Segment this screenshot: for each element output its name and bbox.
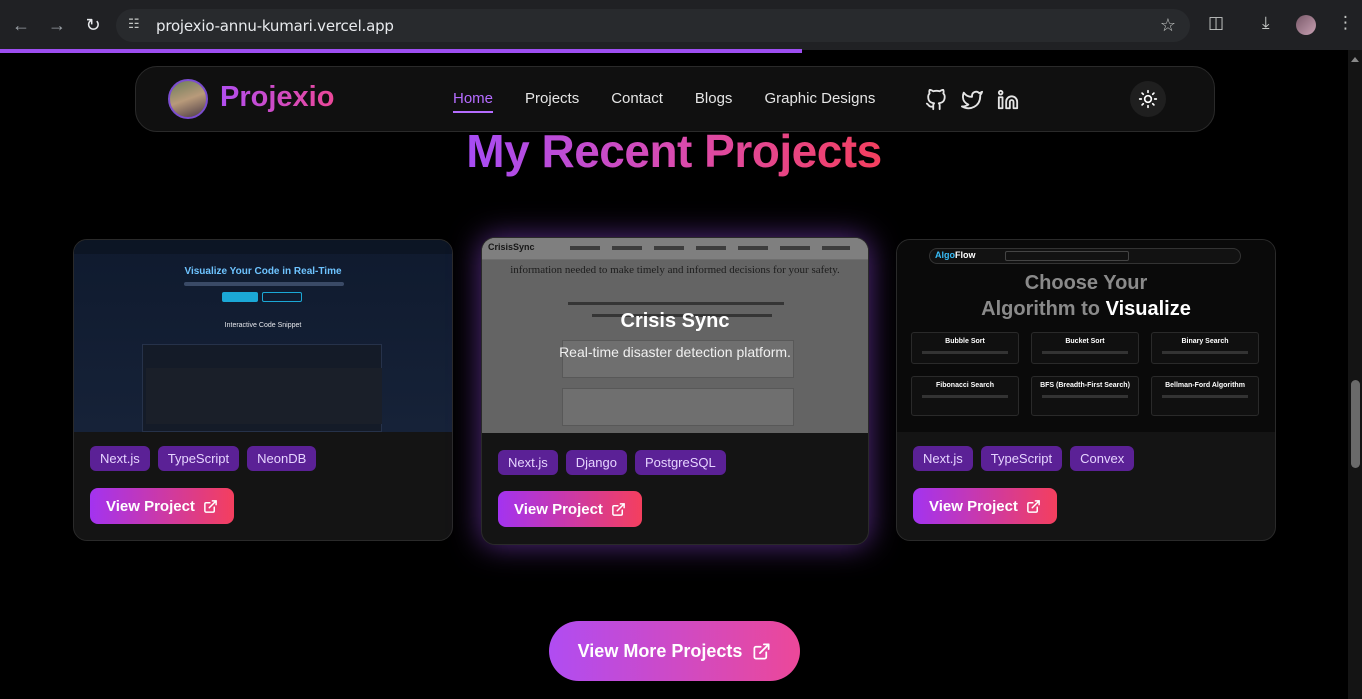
back-icon[interactable]: ← xyxy=(9,13,33,37)
view-more-label: View More Projects xyxy=(577,640,743,661)
tech-tag: Convex xyxy=(1070,446,1135,471)
bookmark-star-icon[interactable]: ☆ xyxy=(1160,15,1176,36)
tech-tag: TypeScript xyxy=(980,446,1063,471)
external-link-icon xyxy=(1027,499,1040,513)
extensions-icon[interactable]: ◫ xyxy=(1208,13,1224,33)
project-card[interactable]: Visualize Your Code in Real-Time Interac… xyxy=(73,239,453,541)
browser-toolbar: ← → ↻ ☷ projexio-annu-kumari.vercel.app … xyxy=(0,0,1362,50)
preview-subheading: Interactive Code Snippet xyxy=(224,322,302,329)
external-link-icon xyxy=(612,502,625,516)
tech-tag: PostgreSQL xyxy=(634,450,726,475)
tech-tag: Next.js xyxy=(498,450,558,475)
project-card[interactable]: AlgoFlow Choose Your Algorithm to Visuali… xyxy=(896,239,1276,541)
view-project-label: View Project xyxy=(929,497,1018,515)
github-icon[interactable] xyxy=(925,89,947,111)
tech-tags: Next.js TypeScript NeonDB xyxy=(90,446,317,471)
address-bar[interactable]: ☷ projexio-annu-kumari.vercel.app ☆ xyxy=(116,9,1190,42)
page-load-progress xyxy=(0,49,802,53)
view-project-button[interactable]: View Project xyxy=(90,488,234,524)
section-title: My Recent Projects xyxy=(466,125,882,177)
preview-heading: Choose Your Algorithm to Visualize xyxy=(981,272,1191,320)
url-text[interactable]: projexio-annu-kumari.vercel.app xyxy=(156,17,394,35)
forward-icon[interactable]: → xyxy=(45,13,69,37)
nav-link-contact[interactable]: Contact xyxy=(611,90,663,107)
tech-tags: Next.js TypeScript Convex xyxy=(913,446,1135,471)
nav-link-projects[interactable]: Projects xyxy=(525,90,579,107)
preview-heading: Visualize Your Code in Real-Time xyxy=(184,266,342,277)
external-link-icon xyxy=(753,643,770,659)
tech-tag: Next.js xyxy=(913,446,973,471)
scroll-thumb[interactable] xyxy=(1351,380,1360,468)
theme-toggle-button[interactable] xyxy=(1130,81,1166,117)
reload-icon[interactable]: ↻ xyxy=(81,13,105,37)
site-navbar: Projexio Home Projects Contact Blogs Gra… xyxy=(135,66,1215,132)
nav-link-blogs[interactable]: Blogs xyxy=(695,90,733,107)
nav-link-home[interactable]: Home xyxy=(453,90,494,113)
profile-avatar[interactable] xyxy=(1296,15,1316,35)
scroll-up-arrow[interactable] xyxy=(1351,57,1359,62)
tech-tags: Next.js Django PostgreSQL xyxy=(498,450,726,475)
tech-tag: TypeScript xyxy=(157,446,240,471)
logo-avatar[interactable] xyxy=(168,79,208,119)
scrollbar[interactable] xyxy=(1348,50,1362,699)
project-card[interactable]: CrisisSync information needed to make ti… xyxy=(481,237,869,545)
download-icon[interactable]: ⤓ xyxy=(1262,13,1270,33)
menu-kebab-icon[interactable]: ⋮ xyxy=(1337,13,1354,33)
site-info-icon[interactable]: ☷ xyxy=(128,16,146,34)
linkedin-icon[interactable] xyxy=(997,89,1019,111)
view-more-projects-button[interactable]: View More Projects xyxy=(549,621,800,681)
brand-logo-text[interactable]: Projexio xyxy=(220,81,334,114)
project-title: Crisis Sync xyxy=(620,310,730,332)
external-link-icon xyxy=(204,499,217,513)
view-project-label: View Project xyxy=(514,500,603,518)
twitter-icon[interactable] xyxy=(961,89,983,111)
project-preview-image: Visualize Your Code in Real-Time Interac… xyxy=(74,240,452,432)
nav-links: Home Projects Contact Blogs Graphic Desi… xyxy=(453,90,907,113)
nav-link-graphic-designs[interactable]: Graphic Designs xyxy=(764,90,875,107)
tech-tag: NeonDB xyxy=(247,446,317,471)
view-project-button[interactable]: View Project xyxy=(498,491,642,527)
project-preview-image: AlgoFlow Choose Your Algorithm to Visuali… xyxy=(897,240,1275,432)
project-preview-image: CrisisSync information needed to make ti… xyxy=(482,238,868,433)
preview-brand: AlgoFlow xyxy=(935,250,976,260)
sun-icon xyxy=(1138,89,1158,109)
project-description: Real-time disaster detection platform. xyxy=(559,344,791,360)
tech-tag: Next.js xyxy=(90,446,150,471)
hover-overlay xyxy=(482,238,868,433)
view-project-label: View Project xyxy=(106,497,195,515)
view-project-button[interactable]: View Project xyxy=(913,488,1057,524)
tech-tag: Django xyxy=(565,450,627,475)
